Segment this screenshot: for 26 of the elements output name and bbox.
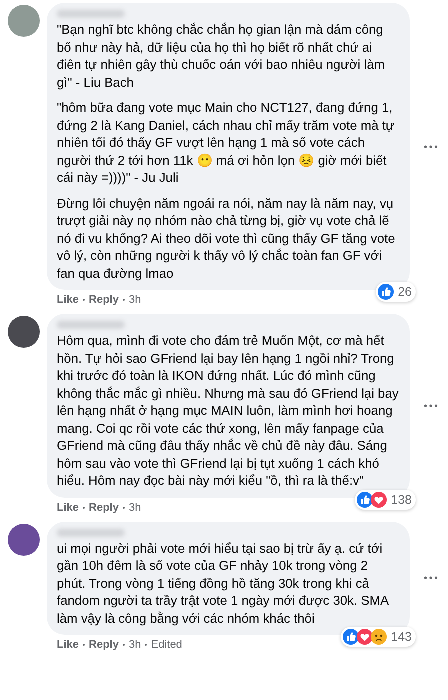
comment-text: "Bạn nghĩ btc không chắc chắn họ gian lận mà dám công bố như này hả, dữ liệu của họ thì họ biết rõ nhất chứ ai điên tự nhiên gây thù chuốc oán với bao nhiêu người làm gì" - Liu Bach (57, 21, 386, 91)
reaction-number: 26 (398, 285, 412, 299)
reply-link[interactable]: Reply (89, 294, 119, 306)
like-link[interactable]: Like (57, 502, 80, 514)
reply-link[interactable]: Reply (89, 639, 119, 651)
reply-link[interactable]: Reply (89, 502, 119, 514)
reaction-number: 138 (391, 492, 412, 506)
comment-text: Hôm qua, mình đi vote cho đám trẻ Muốn Một, cơ mà hết hồn. Tự hỏi sao GFriend lại bay lên hạng 1 ngồi nhỉ? Trong khi trước đó toàn là IKON đứng nhất. Lúc đó mình cũng không thắc mắc gì nhiều. Nhưng mà sau đó GFriend lại bay lên hạng nhất ở hạng mục MAIN luôn, làm mình hơi hoang mang. Coi qc rồi vote các thứ xong, lên mấy fanpage của GFriend mà cũng đâu thấy nhắc về chủ đề này đâu. Sáng hôm sau vào vote thì GFriend lại bị tụt xuống 1 cách khó hiểu. Hôm nay đọc bài này mới kiểu "ồ, thì ra là thế:v" (57, 332, 400, 490)
blurred-name (57, 528, 125, 536)
reaction-number: 143 (391, 630, 412, 644)
blurred-name (57, 10, 125, 18)
reaction-count[interactable]: 143 (341, 627, 416, 647)
reaction-count[interactable]: 138 (355, 490, 416, 510)
edited-label: Edited (151, 639, 182, 651)
timestamp[interactable]: 3h (128, 639, 142, 651)
timestamp[interactable]: 3h (128, 502, 142, 514)
timestamp[interactable]: 3h (128, 294, 142, 306)
reaction-count[interactable]: 26 (376, 282, 416, 302)
avatar[interactable] (8, 316, 40, 348)
like-link[interactable]: Like (57, 294, 80, 306)
comment-text: ui mọi người phải vote mới hiểu tại sao bị trừ ấy ạ. cứ tới gần 10h đêm là số vote của GF nhảy 10k trong vòng 2 phút. Trong vòng 1 tiếng đồng hồ tăng 30k trong khi cả fandom người ta trầy trật vote 1 ngày mới được 30k. SMA làm vậy là công bằng với các nhóm khác thôi (57, 540, 390, 627)
comment-text: "hôm bữa đang vote mục Main cho NCT127, đang đứng 1, đứng 2 là Kang Daniel, cách nhau chỉ mấy trăm vote mà tự nhiên tối đó thấy GF vượt lên hạng 1 mà số vote cách người thứ 2 tới hơn 11k 😶 má ơi hỏn lọn 😣 giờ mới biết cái này =))))" - Ju Juli (57, 99, 396, 186)
avatar[interactable] (8, 524, 40, 556)
like-link[interactable]: Like (57, 639, 80, 651)
blurred-name (57, 321, 125, 329)
comment-text: Đừng lôi chuyện năm ngoái ra nói, năm nay là năm nay, vụ trượt giải này nọ nhóm nào chả từng bị, giờ vụ vote chả lẽ nó đi vu khống? Ai theo dõi vote thì cũng thấy GF tăng vote vô lý, còn những người k thấy vô lý chắc toàn fan GF với fan qua đường lmao (57, 194, 396, 282)
